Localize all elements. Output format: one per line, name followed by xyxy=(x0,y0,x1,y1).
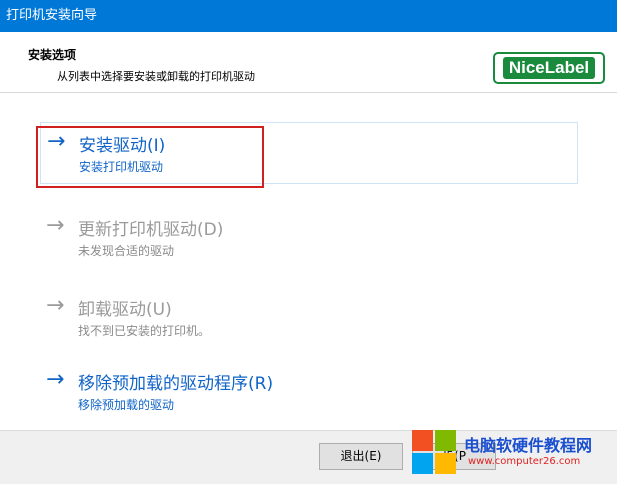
option-description: 移除预加载的驱动 xyxy=(78,398,175,412)
option-title: 更新打印机驱动(D) xyxy=(78,220,224,240)
option-uninstall-driver: → 卸载驱动(U) 找不到已安装的打印机。 xyxy=(40,287,578,349)
arrow-right-icon: → xyxy=(46,213,65,238)
option-remove-preloaded[interactable]: → 移除预加载的驱动程序(R) 移除预加载的驱动 xyxy=(40,361,578,423)
option-description: 未发现合适的驱动 xyxy=(78,244,175,258)
option-title: 移除预加载的驱动程序(R) xyxy=(78,374,274,394)
site-watermark: 电脑软硬件教程网 www.computer26.com xyxy=(412,426,617,484)
logo-text: NiceLabel xyxy=(502,57,596,79)
window-titlebar: 打印机安装向导 xyxy=(0,0,617,32)
windows-logo-icon xyxy=(412,430,458,476)
page-title: 安装选项 xyxy=(28,48,77,62)
arrow-right-icon: → xyxy=(46,367,65,392)
annotation-highlight-box xyxy=(36,126,264,188)
option-update-driver: → 更新打印机驱动(D) 未发现合适的驱动 xyxy=(40,207,578,269)
watermark-title: 电脑软硬件教程网 xyxy=(464,436,593,455)
page-subtitle: 从列表中选择要安装或卸载的打印机驱动 xyxy=(57,70,255,83)
nicelabel-logo: NiceLabel xyxy=(493,52,605,84)
exit-button[interactable]: 退出(E) xyxy=(319,443,403,470)
option-description: 找不到已安装的打印机。 xyxy=(78,324,211,338)
watermark-url: www.computer26.com xyxy=(468,456,581,467)
window-title: 打印机安装向导 xyxy=(6,8,98,23)
wizard-header: 安装选项 从列表中选择要安装或卸载的打印机驱动 NiceLabel xyxy=(0,32,617,92)
option-title: 卸载驱动(U) xyxy=(78,300,172,320)
arrow-right-icon: → xyxy=(46,293,65,318)
